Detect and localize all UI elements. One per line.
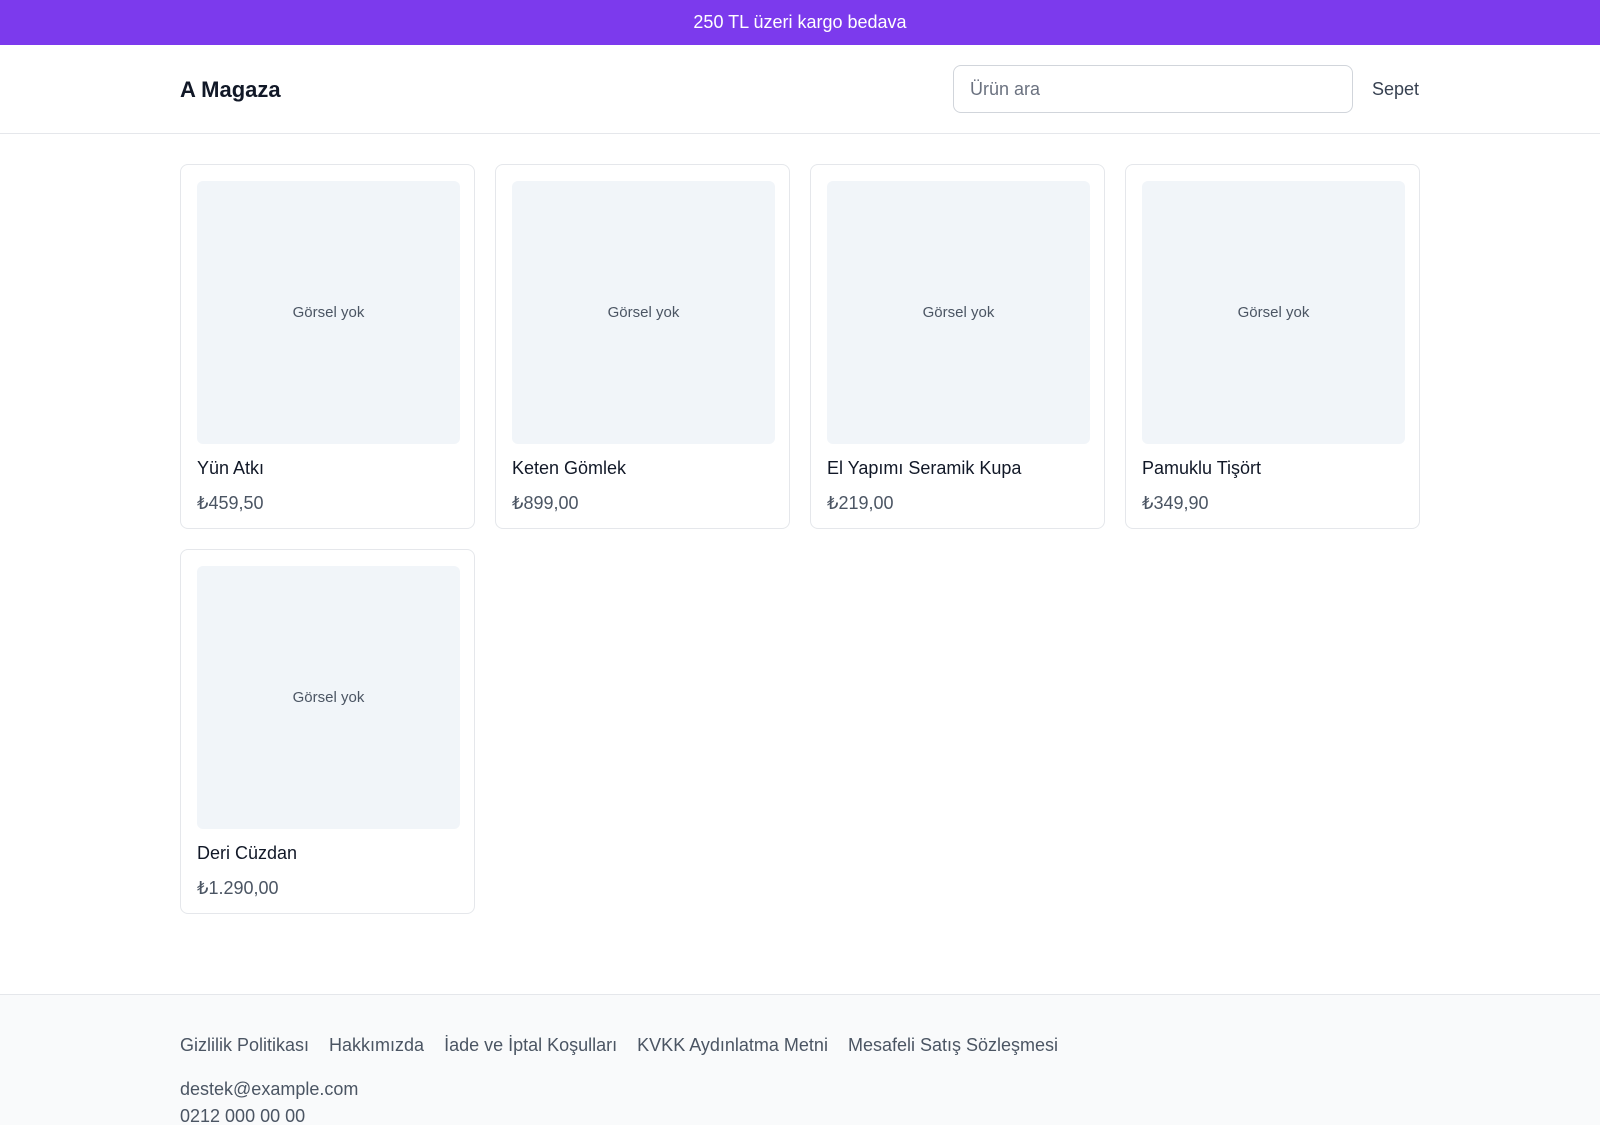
announcement-bar: 250 TL üzeri kargo bedava (0, 0, 1600, 45)
product-image-placeholder: Görsel yok (197, 566, 460, 829)
no-image-label: Görsel yok (1237, 304, 1310, 321)
cart-link[interactable]: Sepet (1372, 45, 1419, 134)
no-image-label: Görsel yok (922, 304, 995, 321)
product-price: ₺899,00 (512, 493, 579, 513)
product-card[interactable]: Görsel yok Yün Atkı ₺459,50 (180, 164, 475, 529)
product-image-placeholder: Görsel yok (827, 181, 1090, 444)
no-image-label: Görsel yok (607, 304, 680, 321)
footer-link-privacy[interactable]: Gizlilik Politikası (180, 1033, 309, 1057)
announcement-text: 250 TL üzeri kargo bedava (693, 12, 907, 32)
product-card[interactable]: Görsel yok Deri Cüzdan ₺1.290,00 (180, 549, 475, 914)
footer-link-kvkk[interactable]: KVKK Aydınlatma Metni (637, 1033, 828, 1057)
footer-link-about[interactable]: Hakkımızda (329, 1033, 424, 1057)
no-image-label: Görsel yok (292, 304, 365, 321)
product-name: Keten Gömlek (512, 458, 627, 478)
product-name: Pamuklu Tişört (1142, 458, 1262, 478)
product-price: ₺349,90 (1142, 493, 1209, 513)
site-footer: Gizlilik Politikası Hakkımızda İade ve İ… (0, 994, 1600, 1125)
product-name: Deri Cüzdan (197, 843, 298, 863)
product-name: El Yapımı Seramik Kupa (827, 458, 1022, 478)
footer-link-returns[interactable]: İade ve İptal Koşulları (444, 1033, 617, 1057)
product-price: ₺219,00 (827, 493, 894, 513)
store-logo[interactable]: A Magaza (180, 45, 281, 134)
product-card[interactable]: Görsel yok El Yapımı Seramik Kupa ₺219,0… (810, 164, 1105, 529)
contact-phone: 0212 000 00 00 (180, 1106, 306, 1125)
contact-email: destek@example.com (180, 1079, 359, 1099)
no-image-label: Görsel yok (292, 689, 365, 706)
product-grid: Görsel yok Yün Atkı ₺459,50 Görsel yok K… (180, 164, 1420, 914)
product-price: ₺1.290,00 (197, 878, 279, 898)
product-name: Yün Atkı (197, 458, 265, 478)
search-input[interactable] (953, 65, 1353, 113)
footer-link-distance-sales[interactable]: Mesafeli Satış Sözleşmesi (848, 1033, 1058, 1057)
product-price: ₺459,50 (197, 493, 264, 513)
product-image-placeholder: Görsel yok (1142, 181, 1405, 444)
product-image-placeholder: Görsel yok (197, 181, 460, 444)
site-header: A Magaza Sepet (0, 45, 1600, 134)
product-image-placeholder: Görsel yok (512, 181, 775, 444)
footer-links: Gizlilik Politikası Hakkımızda İade ve İ… (180, 1033, 1058, 1057)
product-card[interactable]: Görsel yok Pamuklu Tişört ₺349,90 (1125, 164, 1420, 529)
product-card[interactable]: Görsel yok Keten Gömlek ₺899,00 (495, 164, 790, 529)
